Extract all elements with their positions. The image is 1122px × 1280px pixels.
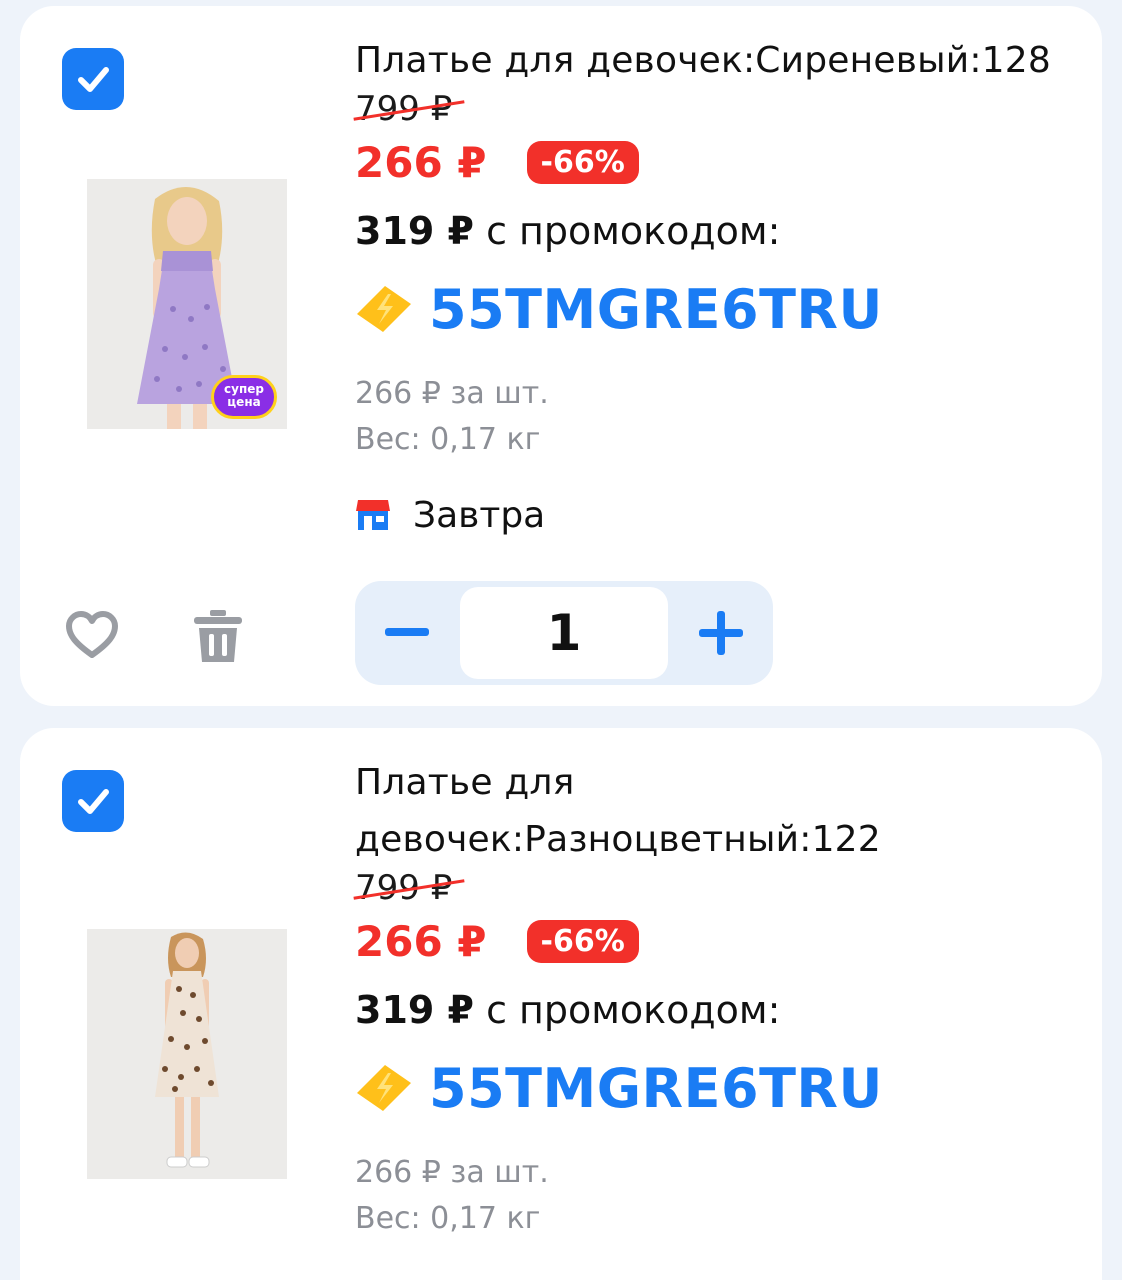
discount-badge: -66% [526, 140, 639, 184]
product-title-line-2[interactable]: девочек:Разноцветный:122 [355, 811, 1082, 868]
super-price-badge: супер цена [211, 375, 277, 419]
old-price: 799 ₽ [353, 868, 465, 908]
item-info: Платье для девочек:Разноцветный:122 799 … [353, 754, 1082, 1242]
promo-price-line: 319 ₽ с промокодом: [355, 980, 1082, 1040]
promo-caption: с промокодом: [474, 209, 781, 253]
delivery-date: Завтра [413, 494, 546, 536]
increase-quantity-button[interactable] [669, 581, 773, 685]
sale-price: 266 ₽ [355, 916, 487, 966]
badge-line-2: цена [227, 395, 261, 409]
item-weight: Вес: 0,17 кг [355, 1201, 541, 1236]
product-image[interactable] [87, 929, 287, 1179]
item-weight: Вес: 0,17 кг [355, 422, 541, 457]
check-icon [78, 789, 109, 814]
item-checkbox[interactable] [62, 770, 124, 832]
promo-price-line: 319 ₽ с промокодом: [355, 201, 1082, 261]
unit-price: 266 ₽ за шт. [355, 376, 549, 411]
unit-price: 266 ₽ за шт. [355, 1155, 549, 1190]
promo-code-row[interactable]: 55TMGRE6TRU [355, 1048, 1082, 1128]
plus-icon [699, 611, 743, 655]
promo-price: 319 ₽ [355, 209, 474, 253]
product-image[interactable]: супер цена [87, 179, 287, 429]
lightning-ticket-icon [357, 1065, 411, 1111]
promo-code-row[interactable]: 55TMGRE6TRU [355, 269, 1082, 349]
product-title-line-1[interactable]: Платье для [355, 754, 1082, 811]
item-info: Платье для девочек:Сиреневый:128 799 ₽ 2… [353, 32, 1082, 545]
cart-item-card: Платье для девочек:Разноцветный:122 799 … [20, 728, 1102, 1280]
promo-code[interactable]: 55TMGRE6TRU [429, 278, 883, 341]
delete-button[interactable] [188, 606, 248, 666]
quantity-value[interactable]: 1 [460, 587, 668, 679]
heart-icon [66, 611, 118, 658]
store-icon [355, 498, 391, 532]
lightning-ticket-icon [357, 286, 411, 332]
decrease-quantity-button[interactable] [355, 581, 459, 685]
price-row: 266 ₽ -66% [355, 133, 1082, 191]
old-price: 799 ₽ [353, 89, 465, 129]
quantity-stepper: 1 [355, 581, 773, 685]
promo-code[interactable]: 55TMGRE6TRU [429, 1057, 883, 1120]
product-title[interactable]: Платье для девочек:Сиреневый:128 [355, 32, 1082, 89]
check-icon [78, 67, 109, 92]
promo-caption: с промокодом: [474, 988, 781, 1032]
cart-item-card: супер цена Платье для девочек:Сиреневый:… [20, 6, 1102, 706]
delivery-info: Завтра [355, 485, 1082, 545]
favorite-button[interactable] [62, 606, 122, 666]
trash-icon [194, 610, 242, 662]
promo-price: 319 ₽ [355, 988, 474, 1032]
price-row: 266 ₽ -66% [355, 912, 1082, 970]
discount-badge: -66% [526, 919, 639, 963]
minus-icon [385, 628, 429, 636]
product-photo-girl-leopard-dress [87, 929, 287, 1179]
sale-price: 266 ₽ [355, 137, 487, 187]
item-checkbox[interactable] [62, 48, 124, 110]
